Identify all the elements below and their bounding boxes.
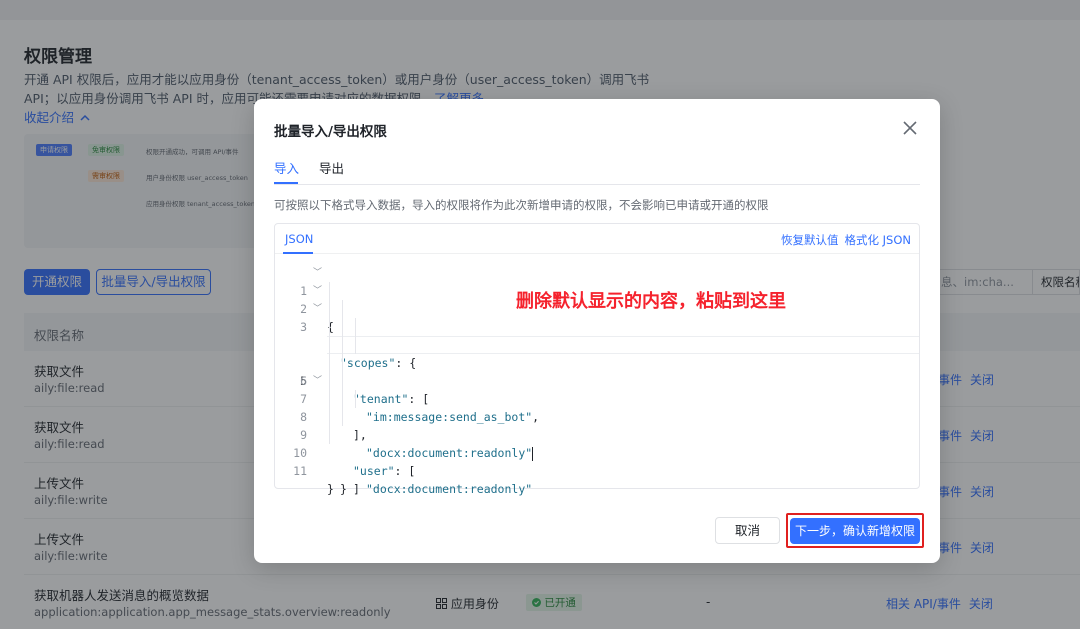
code-line: 9 ] — [275, 408, 919, 496]
modal-title: 批量导入/导出权限 — [274, 124, 387, 140]
code-line: 8 "docx:document:readonly" — [275, 390, 919, 496]
code-line: 10 } — [275, 426, 919, 496]
active-tab-indicator — [274, 182, 298, 184]
indent-guide — [342, 390, 343, 408]
indent-guide — [342, 318, 343, 336]
indent-guide — [329, 300, 330, 318]
code-text: } — [340, 482, 347, 496]
close-icon — [903, 121, 917, 135]
json-key: "user" — [353, 464, 395, 478]
cancel-button[interactable]: 取消 — [715, 517, 780, 544]
indent-guide — [329, 372, 330, 390]
editor-header: JSON 恢复默认值 格式化 JSON — [275, 224, 919, 254]
json-editor[interactable]: JSON 恢复默认值 格式化 JSON 1 ﹀ { 2 ﹀ "scopes": {… — [274, 223, 920, 496]
code-line: 11 } — [275, 444, 919, 496]
indent-guide — [342, 354, 343, 372]
code-line: 6 ], — [275, 354, 919, 442]
indent-guide — [329, 282, 330, 300]
tab-export[interactable]: 导出 — [319, 158, 344, 177]
indent-guide — [329, 336, 330, 354]
batch-import-export-modal: 批量导入/导出权限 导入 导出 可按照以下格式导入数据，导入的权限将作为此次新增… — [254, 99, 940, 563]
indent-guide — [329, 390, 330, 408]
tab-import[interactable]: 导入 — [274, 158, 299, 177]
indent-guide — [342, 300, 343, 318]
instruction-annotation: 删除默认显示的内容，粘贴到这里 — [516, 291, 786, 312]
fold-chevron-icon[interactable]: ﹀ — [313, 264, 322, 282]
current-line-highlight — [327, 336, 919, 354]
indent-guide — [342, 408, 343, 426]
fold-chevron-icon[interactable]: ﹀ — [313, 300, 322, 318]
indent-guide — [329, 408, 330, 426]
code-line: 1 ﹀ { — [275, 264, 919, 334]
code-text: ] — [353, 482, 360, 496]
code-text: "docx:document:readonly" — [366, 480, 532, 498]
json-punct: : [ — [394, 464, 416, 478]
json-string: "docx:document:readonly" — [366, 482, 533, 496]
indent-guide — [329, 354, 330, 372]
indent-guide — [355, 318, 356, 336]
modal-tabs: 导入 导出 — [274, 154, 920, 185]
highlight-box — [786, 513, 924, 548]
code-text: "user": [ — [353, 462, 415, 480]
fold-chevron-icon[interactable]: ﹀ — [313, 372, 322, 390]
code-line: 7 ﹀ "user": [ — [275, 372, 919, 478]
format-json-link[interactable]: 格式化 JSON — [844, 233, 911, 247]
indent-guide — [329, 318, 330, 336]
code-text: } — [327, 482, 334, 496]
fold-chevron-icon[interactable]: ﹀ — [313, 282, 322, 300]
line-number: 11 — [293, 464, 307, 478]
indent-guide — [342, 336, 343, 354]
editor-tab-indicator — [283, 252, 313, 254]
editor-tab-json[interactable]: JSON — [285, 232, 313, 246]
code-line: 4 "im:message:send_as_bot", — [275, 318, 919, 424]
code-line-current: 5 "docx:document:readonly" — [275, 336, 919, 461]
editor-actions: 恢复默认值 格式化 JSON — [781, 232, 911, 248]
indent-guide — [355, 336, 356, 354]
indent-guide — [355, 390, 356, 408]
indent-guide — [342, 372, 343, 390]
import-hint: 可按照以下格式导入数据，导入的权限将作为此次新增申请的权限，不会影响已申请或开通… — [274, 198, 769, 212]
restore-default-link[interactable]: 恢复默认值 — [781, 233, 839, 247]
close-button[interactable] — [898, 116, 922, 140]
indent-guide — [329, 426, 330, 444]
